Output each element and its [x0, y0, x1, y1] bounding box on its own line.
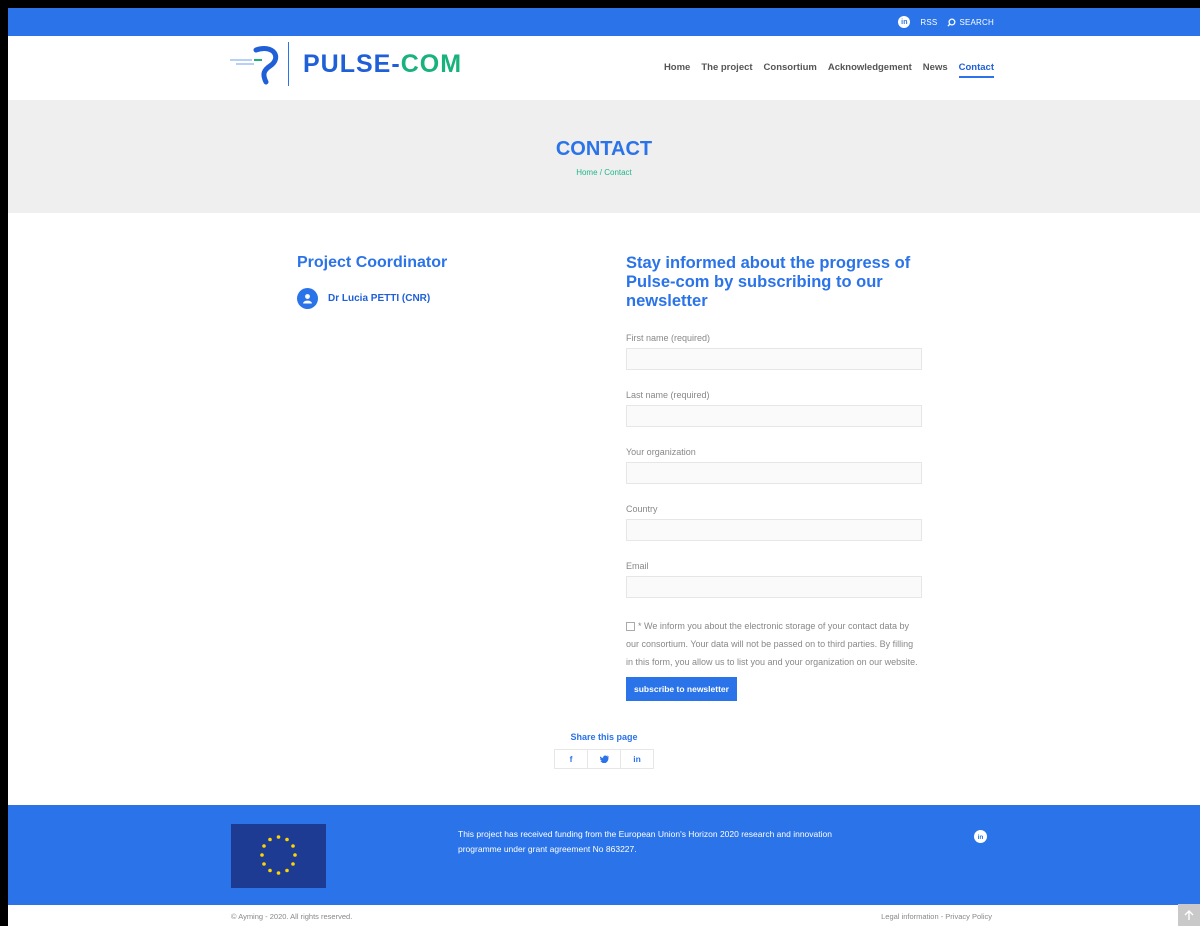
main-nav: Home The project Consortium Acknowledgem… [664, 62, 994, 78]
last-name-label: Last name (required) [626, 390, 710, 400]
legal-links[interactable]: Legal information - Privacy Policy [881, 912, 992, 921]
search-label: SEARCH [959, 17, 994, 27]
logo-divider [288, 42, 289, 86]
share-buttons: f in [554, 749, 654, 769]
coordinator-section: Project Coordinator Dr Lucia PETTI (CNR) [297, 254, 447, 309]
copyright: © Ayming - 2020. All rights reserved. [231, 912, 353, 921]
share-section: Share this page f in [8, 732, 1200, 769]
consent-checkbox[interactable] [626, 622, 635, 632]
nav-contact[interactable]: Contact [958, 62, 994, 78]
consent-text: * We inform you about the electronic sto… [626, 621, 918, 667]
breadcrumb[interactable]: Home / Contact [8, 168, 1200, 177]
last-name-input[interactable] [626, 405, 922, 427]
site-footer: This project has received funding from t… [8, 805, 1200, 905]
first-name-input[interactable] [626, 348, 922, 370]
site-header: PULSE-COM Home The project Consortium Ac… [8, 36, 1200, 100]
site-logo[interactable]: PULSE-COM [230, 42, 462, 86]
search-icon [947, 18, 956, 27]
first-name-label: First name (required) [626, 333, 711, 343]
country-label: Country [626, 504, 658, 514]
consent-block: * We inform you about the electronic sto… [626, 617, 922, 671]
country-field: Country [626, 504, 926, 541]
email-label: Email [626, 561, 649, 571]
footer-linkedin-icon[interactable]: in [974, 830, 987, 843]
svg-text:in: in [978, 834, 984, 841]
share-title: Share this page [570, 732, 638, 742]
logo-mark-icon [230, 46, 279, 85]
search-link[interactable]: SEARCH [947, 18, 994, 27]
bottom-bar: © Ayming - 2020. All rights reserved. Le… [8, 904, 1200, 926]
organization-input[interactable] [626, 462, 922, 484]
organization-field: Your organization [626, 447, 926, 484]
linkedin-icon[interactable]: in [898, 16, 911, 28]
coordinator-heading: Project Coordinator [297, 254, 448, 271]
nav-consortium[interactable]: Consortium [764, 62, 817, 78]
nav-news[interactable]: News [923, 62, 948, 78]
email-field: Email [626, 561, 926, 598]
coordinator-name: Dr Lucia PETTI (CNR) [328, 293, 431, 304]
funding-text: This project has received funding from t… [458, 829, 832, 854]
page-title-banner: CONTACT Home / Contact [8, 100, 1200, 213]
logo-wordmark: PULSE-COM [303, 49, 463, 78]
person-icon [297, 288, 318, 309]
nav-home[interactable]: Home [664, 62, 690, 78]
eu-flag-icon [231, 824, 326, 888]
top-bar: in RSS SEARCH [8, 8, 1200, 36]
newsletter-heading: Stay informed about the progress of Puls… [626, 254, 911, 310]
scroll-top-button[interactable] [1178, 904, 1200, 926]
linkedin-share-icon[interactable]: in [621, 750, 653, 768]
first-name-field: First name (required) [626, 333, 926, 370]
arrow-up-icon [1184, 909, 1194, 920]
twitter-share-icon[interactable] [588, 750, 621, 768]
nav-the-project[interactable]: The project [701, 62, 752, 78]
page-title: CONTACT [555, 138, 653, 160]
nav-acknowledgement[interactable]: Acknowledgement [828, 62, 912, 78]
email-input[interactable] [626, 576, 922, 598]
rss-link[interactable]: RSS [920, 18, 937, 27]
facebook-share-icon[interactable]: f [555, 750, 588, 768]
country-input[interactable] [626, 519, 922, 541]
last-name-field: Last name (required) [626, 390, 926, 427]
organization-label: Your organization [626, 447, 696, 457]
browser-viewport: in RSS SEARCH PULSE-COM Home The project… [8, 8, 1200, 926]
newsletter-section: Stay informed about the progress of Puls… [626, 254, 926, 701]
coordinator-contact[interactable]: Dr Lucia PETTI (CNR) [297, 288, 447, 309]
subscribe-button[interactable]: subscribe to newsletter [626, 677, 737, 701]
